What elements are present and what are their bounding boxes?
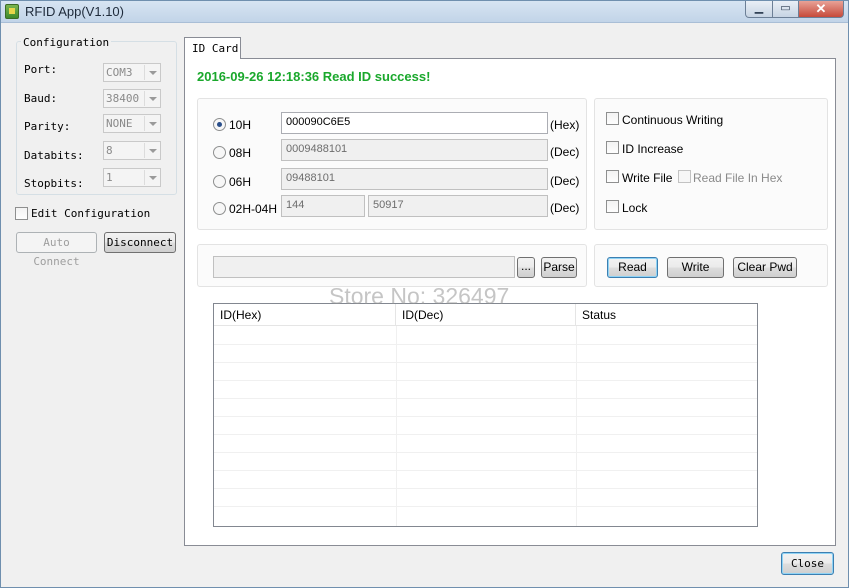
- radio-08h-label: 08H: [229, 146, 252, 160]
- column-divider: [576, 326, 577, 526]
- dec-suffix-02h: (Dec): [550, 201, 580, 215]
- edit-configuration-checkbox[interactable]: [15, 207, 28, 220]
- status-message: 2016-09-26 12:18:36 Read ID success!: [197, 69, 431, 84]
- port-label: Port:: [24, 63, 58, 76]
- databits-select[interactable]: 8: [103, 141, 161, 160]
- hex-suffix: (Hex): [550, 118, 580, 132]
- radio-02h-04h[interactable]: [213, 202, 226, 215]
- tab-id-card[interactable]: ID Card: [184, 37, 241, 59]
- row-gridline: [214, 506, 757, 507]
- radio-06h-label: 06H: [229, 175, 252, 189]
- port-select[interactable]: COM3: [103, 63, 161, 82]
- window-title: RFID App(V1.10): [25, 4, 124, 19]
- file-path-input[interactable]: [213, 256, 515, 278]
- radio-06h[interactable]: [213, 175, 226, 188]
- column-status[interactable]: Status: [576, 304, 757, 326]
- title-bar[interactable]: RFID App(V1.10) ▁ ▭ ✕: [1, 1, 848, 23]
- write-file-label: Write File: [622, 171, 673, 185]
- id-increase-label: ID Increase: [622, 142, 684, 156]
- browse-button[interactable]: ...: [517, 257, 535, 278]
- row-gridline: [214, 398, 757, 399]
- write-file-checkbox[interactable]: [606, 170, 619, 183]
- minimize-button[interactable]: ▁: [745, 1, 773, 18]
- close-button[interactable]: Close: [781, 552, 834, 575]
- write-button[interactable]: Write: [667, 257, 724, 278]
- id-increase-checkbox[interactable]: [606, 141, 619, 154]
- chevron-down-icon: [144, 91, 159, 106]
- app-icon: [5, 4, 19, 19]
- dec-suffix-06h: (Dec): [550, 174, 580, 188]
- read-file-in-hex-label: Read File In Hex: [693, 171, 783, 185]
- read-button[interactable]: Read: [607, 257, 658, 278]
- dec-04h-input[interactable]: 50917: [368, 195, 548, 217]
- stopbits-label: Stopbits:: [24, 177, 84, 190]
- row-gridline: [214, 488, 757, 489]
- auto-connect-button[interactable]: Auto Connect: [16, 232, 97, 268]
- lock-checkbox[interactable]: [606, 200, 619, 213]
- watermark: Store No: 326497: [329, 283, 510, 309]
- stopbits-select[interactable]: 1: [103, 168, 161, 187]
- continuous-writing-label: Continuous Writing: [622, 113, 724, 127]
- row-gridline: [214, 434, 757, 435]
- row-gridline: [214, 344, 757, 345]
- radio-10h[interactable]: [213, 118, 226, 131]
- parity-select[interactable]: NONE: [103, 114, 161, 133]
- row-gridline: [214, 470, 757, 471]
- dec-06h-input[interactable]: 09488101: [281, 168, 548, 190]
- disconnect-button[interactable]: Disconnect: [104, 232, 176, 253]
- baud-select[interactable]: 38400: [103, 89, 161, 108]
- column-divider: [396, 326, 397, 526]
- dec-02h-input[interactable]: 144: [281, 195, 365, 217]
- continuous-writing-checkbox[interactable]: [606, 112, 619, 125]
- id-list-table[interactable]: ID(Hex) ID(Dec) Status: [213, 303, 758, 527]
- hex-id-input[interactable]: 000090C6E5: [281, 112, 548, 134]
- databits-label: Databits:: [24, 149, 84, 162]
- app-window: RFID App(V1.10) ▁ ▭ ✕ Configuration Port…: [0, 0, 849, 588]
- row-gridline: [214, 380, 757, 381]
- baud-label: Baud:: [24, 92, 58, 105]
- chevron-down-icon: [144, 170, 159, 185]
- clear-pwd-button[interactable]: Clear Pwd: [733, 257, 797, 278]
- window-close-button[interactable]: ✕: [798, 1, 844, 18]
- parse-button[interactable]: Parse: [541, 257, 577, 278]
- chevron-down-icon: [144, 116, 159, 131]
- lock-label: Lock: [622, 201, 648, 215]
- row-gridline: [214, 362, 757, 363]
- row-gridline: [214, 452, 757, 453]
- radio-08h[interactable]: [213, 146, 226, 159]
- read-file-in-hex-checkbox[interactable]: [678, 170, 691, 183]
- radio-02h-04h-label: 02H-04H: [229, 202, 278, 216]
- chevron-down-icon: [144, 65, 159, 80]
- chevron-down-icon: [144, 143, 159, 158]
- edit-configuration-label: Edit Configuration: [31, 207, 151, 220]
- maximize-button[interactable]: ▭: [772, 1, 799, 18]
- dec-08h-input[interactable]: 0009488101: [281, 139, 548, 161]
- parity-label: Parity:: [24, 120, 71, 133]
- row-gridline: [214, 416, 757, 417]
- radio-10h-label: 10H: [229, 118, 252, 132]
- configuration-label: Configuration: [21, 36, 112, 49]
- dec-suffix-08h: (Dec): [550, 145, 580, 159]
